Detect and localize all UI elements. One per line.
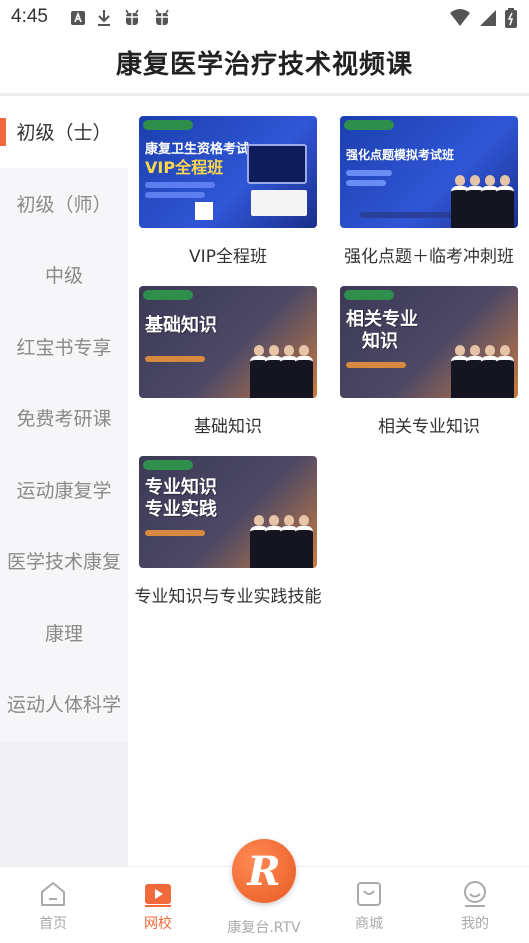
thumb-subheadline: VIP全程班	[145, 158, 224, 177]
thumb-decor	[145, 192, 205, 198]
course-title: 专业知识与专业实践技能	[134, 587, 322, 607]
course-thumbnail: 强化点题模拟考试班	[340, 116, 518, 228]
category-sidebar: 初级（士） 初级（师） 中级 红宝书专享 免费考研课 运动康复学 医学技术康复 …	[0, 96, 128, 866]
sidebar-item-label: 运动康复学	[16, 479, 112, 502]
bug-icon-2	[152, 8, 172, 33]
sidebar-empty-area	[0, 742, 128, 866]
presenters-image	[250, 345, 313, 398]
profile-icon	[460, 879, 490, 909]
sidebar-item-kaoyan[interactable]: 免费考研课	[0, 382, 128, 454]
thumb-subheadline: 专业实践	[145, 499, 217, 520]
thumb-decor	[346, 180, 386, 186]
books-icon	[251, 190, 307, 216]
sidebar-item-label: 红宝书专享	[16, 336, 112, 359]
battery-icon	[505, 8, 517, 32]
sidebar-item-label: 康理	[44, 622, 83, 645]
course-thumbnail: 基础知识	[139, 286, 317, 398]
tab-label: 我的	[461, 916, 489, 932]
thumb-headline: 强化点题模拟考试班	[346, 148, 455, 162]
tab-label: 康复台.RTV	[227, 920, 301, 936]
presenters-image	[451, 175, 514, 228]
sidebar-item-yixue[interactable]: 医学技术康复	[0, 525, 128, 597]
system-icons	[449, 8, 517, 32]
tab-label: 商城	[355, 916, 383, 932]
thumb-headline: 康复卫生资格考试	[145, 142, 250, 157]
status-time: 4:45	[11, 6, 48, 27]
sidebar-item-renti[interactable]: 运动人体科学	[0, 668, 128, 740]
laptop-icon	[247, 144, 307, 184]
course-grid: 康复卫生资格考试 VIP全程班 VIP全程班 强化点题模拟考试班 强化点题＋临考…	[128, 96, 529, 866]
page-title: 康复医学治疗技术视频课	[115, 50, 413, 80]
font-notification-icon	[70, 10, 86, 31]
course-card-jichu[interactable]: 基础知识 基础知识	[128, 266, 328, 446]
sidebar-item-label: 免费考研课	[16, 408, 112, 431]
course-title: VIP全程班	[189, 247, 267, 267]
thumb-decor	[145, 356, 205, 362]
course-title: 基础知识	[194, 417, 262, 437]
signal-icon	[479, 9, 497, 31]
brand-logo-icon	[143, 120, 193, 130]
tab-wangxiao[interactable]: 网校	[108, 867, 208, 943]
tab-label: 首页	[39, 916, 67, 932]
thumb-headline: 专业知识	[145, 477, 217, 498]
thumb-decor	[346, 362, 406, 368]
course-thumbnail: 相关专业 知识	[340, 286, 518, 398]
brand-logo-icon	[143, 290, 193, 300]
category-list: 初级（士） 初级（师） 中级 红宝书专享 免费考研课 运动康复学 医学技术康复 …	[0, 96, 128, 740]
tab-shop[interactable]: 商城	[319, 867, 419, 943]
brand-logo-icon	[143, 460, 193, 470]
status-bar: 4:45	[0, 0, 529, 36]
brand-logo-icon	[344, 120, 394, 130]
presenters-image	[250, 515, 313, 568]
sidebar-item-hongbaoshu[interactable]: 红宝书专享	[0, 311, 128, 383]
download-icon	[96, 9, 112, 32]
course-title: 相关专业知识	[378, 417, 480, 437]
video-icon	[143, 879, 173, 909]
thumb-decor	[145, 182, 215, 188]
sidebar-item-label: 运动人体科学	[6, 694, 121, 717]
sidebar-item-chuji-shi2[interactable]: 初级（师）	[0, 168, 128, 240]
sidebar-item-chuji-shi[interactable]: 初级（士）	[0, 96, 128, 168]
course-title: 强化点题＋临考冲刺班	[344, 247, 514, 267]
shop-icon	[354, 879, 384, 909]
sidebar-item-kangli[interactable]: 康理	[0, 597, 128, 669]
brand-logo-icon	[344, 290, 394, 300]
course-thumbnail: 专业知识 专业实践	[139, 456, 317, 568]
presenters-image	[451, 345, 514, 398]
course-card-xiangguan[interactable]: 相关专业 知识 相关专业知识	[329, 266, 529, 446]
sidebar-item-label: 初级（士）	[16, 122, 112, 145]
course-card-vip[interactable]: 康复卫生资格考试 VIP全程班 VIP全程班	[128, 96, 328, 276]
sidebar-item-yundong[interactable]: 运动康复学	[0, 454, 128, 526]
home-icon	[38, 879, 68, 909]
thumb-subheadline: 知识	[362, 331, 398, 352]
course-card-qianghua[interactable]: 强化点题模拟考试班 强化点题＋临考冲刺班	[329, 96, 529, 276]
bug-icon	[122, 8, 142, 33]
thumb-decor	[346, 170, 392, 176]
sidebar-item-label: 中级	[44, 265, 83, 288]
tab-label: 网校	[144, 916, 172, 932]
tab-home[interactable]: 首页	[3, 867, 103, 943]
bottom-tab-bar: 首页 网校 R 康复台.RTV 商城 我的	[0, 839, 529, 943]
sidebar-item-zhongji[interactable]: 中级	[0, 239, 128, 311]
tab-kangfutai[interactable]: R 康复台.RTV	[214, 839, 314, 943]
thumb-decor	[145, 530, 205, 536]
wifi-icon	[449, 9, 471, 31]
thumb-headline: 相关专业	[346, 309, 418, 330]
qr-code-icon	[195, 202, 213, 220]
notification-icons	[70, 8, 172, 33]
course-thumbnail: 康复卫生资格考试 VIP全程班	[139, 116, 317, 228]
sidebar-item-label: 初级（师）	[16, 193, 112, 216]
course-card-zhuanye[interactable]: 专业知识 专业实践 专业知识与专业实践技能	[128, 436, 328, 616]
logo-badge-icon: R	[232, 839, 296, 903]
sidebar-item-label: 医学技术康复	[6, 551, 121, 574]
tab-profile[interactable]: 我的	[425, 867, 525, 943]
thumb-headline: 基础知识	[145, 315, 217, 336]
